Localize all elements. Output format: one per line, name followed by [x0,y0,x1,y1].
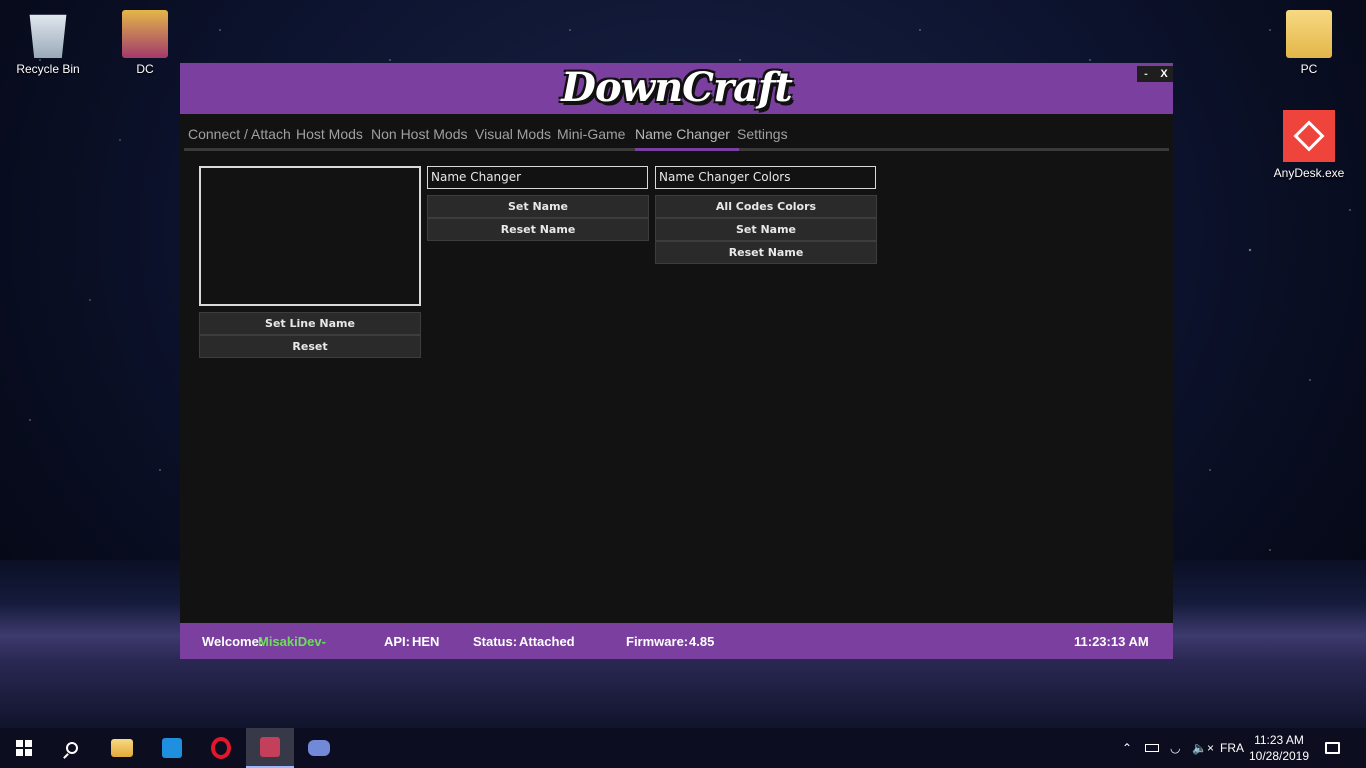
language-indicator[interactable]: FRA [1220,728,1244,768]
api-label: API: [384,634,410,649]
reset-name-button[interactable]: Reset Name [427,218,649,241]
taskbar: ⌃ ◡ 🔈× FRA 11:23 AM 10/28/2019 [0,728,1366,768]
desktop-icon-label: Recycle Bin [16,62,80,76]
file-explorer-icon [111,739,133,757]
windows-icon [16,740,32,756]
minimize-button[interactable]: - [1137,66,1155,82]
status-label: Status: [473,634,518,649]
chevron-up-icon: ⌃ [1122,741,1133,755]
welcome-label: Welcome: [202,634,264,649]
search-icon [66,742,78,754]
firmware-label: Firmware: [626,634,689,649]
taskbar-file-explorer[interactable] [98,728,146,768]
status-bar: Welcome: MisakiDev- API: HEN Status: Att… [180,623,1173,659]
anydesk-icon [1283,110,1335,162]
tab-settings[interactable]: Settings [737,126,788,142]
discord-icon [308,740,330,756]
search-button[interactable] [48,728,96,768]
taskbar-downcraft[interactable] [246,728,294,768]
desktop-icon-label: PC [1300,62,1318,76]
taskbar-playstation-app[interactable] [148,728,196,768]
set-name-button[interactable]: Set Name [427,195,649,218]
clock-date: 10/28/2019 [1248,749,1310,763]
tab-connect-attach[interactable]: Connect / Attach [188,126,291,142]
status-value: Attached [519,634,575,649]
tab-non-host-mods[interactable]: Non Host Mods [371,126,467,142]
opera-icon [211,737,231,759]
tab-host-mods[interactable]: Host Mods [296,126,363,142]
name-changer-colors-input[interactable]: Name Changer Colors [655,166,876,189]
folder-icon [122,10,168,58]
notification-center-button[interactable] [1325,728,1340,768]
desktop-icon-label: DC [136,62,154,76]
downcraft-window: DownCraft - X Connect / Attach Host Mods… [180,63,1173,659]
battery-icon[interactable] [1145,728,1159,768]
firmware-value: 4.85 [689,634,715,649]
name-changer-input[interactable]: Name Changer [427,166,648,189]
reset-button[interactable]: Reset [199,335,421,358]
active-tab-indicator [635,148,739,151]
folder-icon [1286,10,1332,58]
desktop-icon-pc[interactable]: PC [1269,10,1349,76]
desktop-icon-anydesk[interactable]: AnyDesk.exe [1269,110,1349,180]
tab-visual-mods[interactable]: Visual Mods [475,126,551,142]
api-value: HEN [412,634,440,649]
tab-name-changer[interactable]: Name Changer [635,126,730,142]
app-logo: DownCraft [561,64,792,111]
network-icon[interactable]: ◡ [1170,728,1180,768]
tab-mini-game[interactable]: Mini-Game [557,126,625,142]
all-codes-colors-button[interactable]: All Codes Colors [655,195,877,218]
start-button[interactable] [0,728,48,768]
desktop-icon-label: AnyDesk.exe [1273,166,1345,180]
colors-reset-name-button[interactable]: Reset Name [655,241,877,264]
taskbar-opera[interactable] [197,728,245,768]
tab-bar: Connect / Attach Host Mods Non Host Mods… [184,114,1169,151]
taskbar-discord[interactable] [295,728,343,768]
notification-icon [1325,742,1340,754]
recycle-bin-icon [29,14,67,58]
set-line-name-button[interactable]: Set Line Name [199,312,421,335]
volume-muted-icon[interactable]: 🔈× [1192,728,1214,768]
close-button[interactable]: X [1155,66,1173,82]
desktop-icon-dc[interactable]: DC [105,10,185,76]
desktop-icon-recycle-bin[interactable]: Recycle Bin [8,10,88,76]
downcraft-app-icon [260,737,280,757]
taskbar-clock[interactable]: 11:23 AM 10/28/2019 [1248,732,1310,764]
status-clock: 11:23:13 AM [1074,634,1149,649]
show-hidden-icons-button[interactable]: ⌃ [1122,728,1132,768]
welcome-user: MisakiDev- [258,634,326,649]
title-bar[interactable]: DownCraft - X [180,63,1173,114]
line-name-textarea[interactable] [199,166,421,306]
clock-time: 11:23 AM [1254,733,1304,747]
colors-set-name-button[interactable]: Set Name [655,218,877,241]
playstation-icon [162,738,182,758]
